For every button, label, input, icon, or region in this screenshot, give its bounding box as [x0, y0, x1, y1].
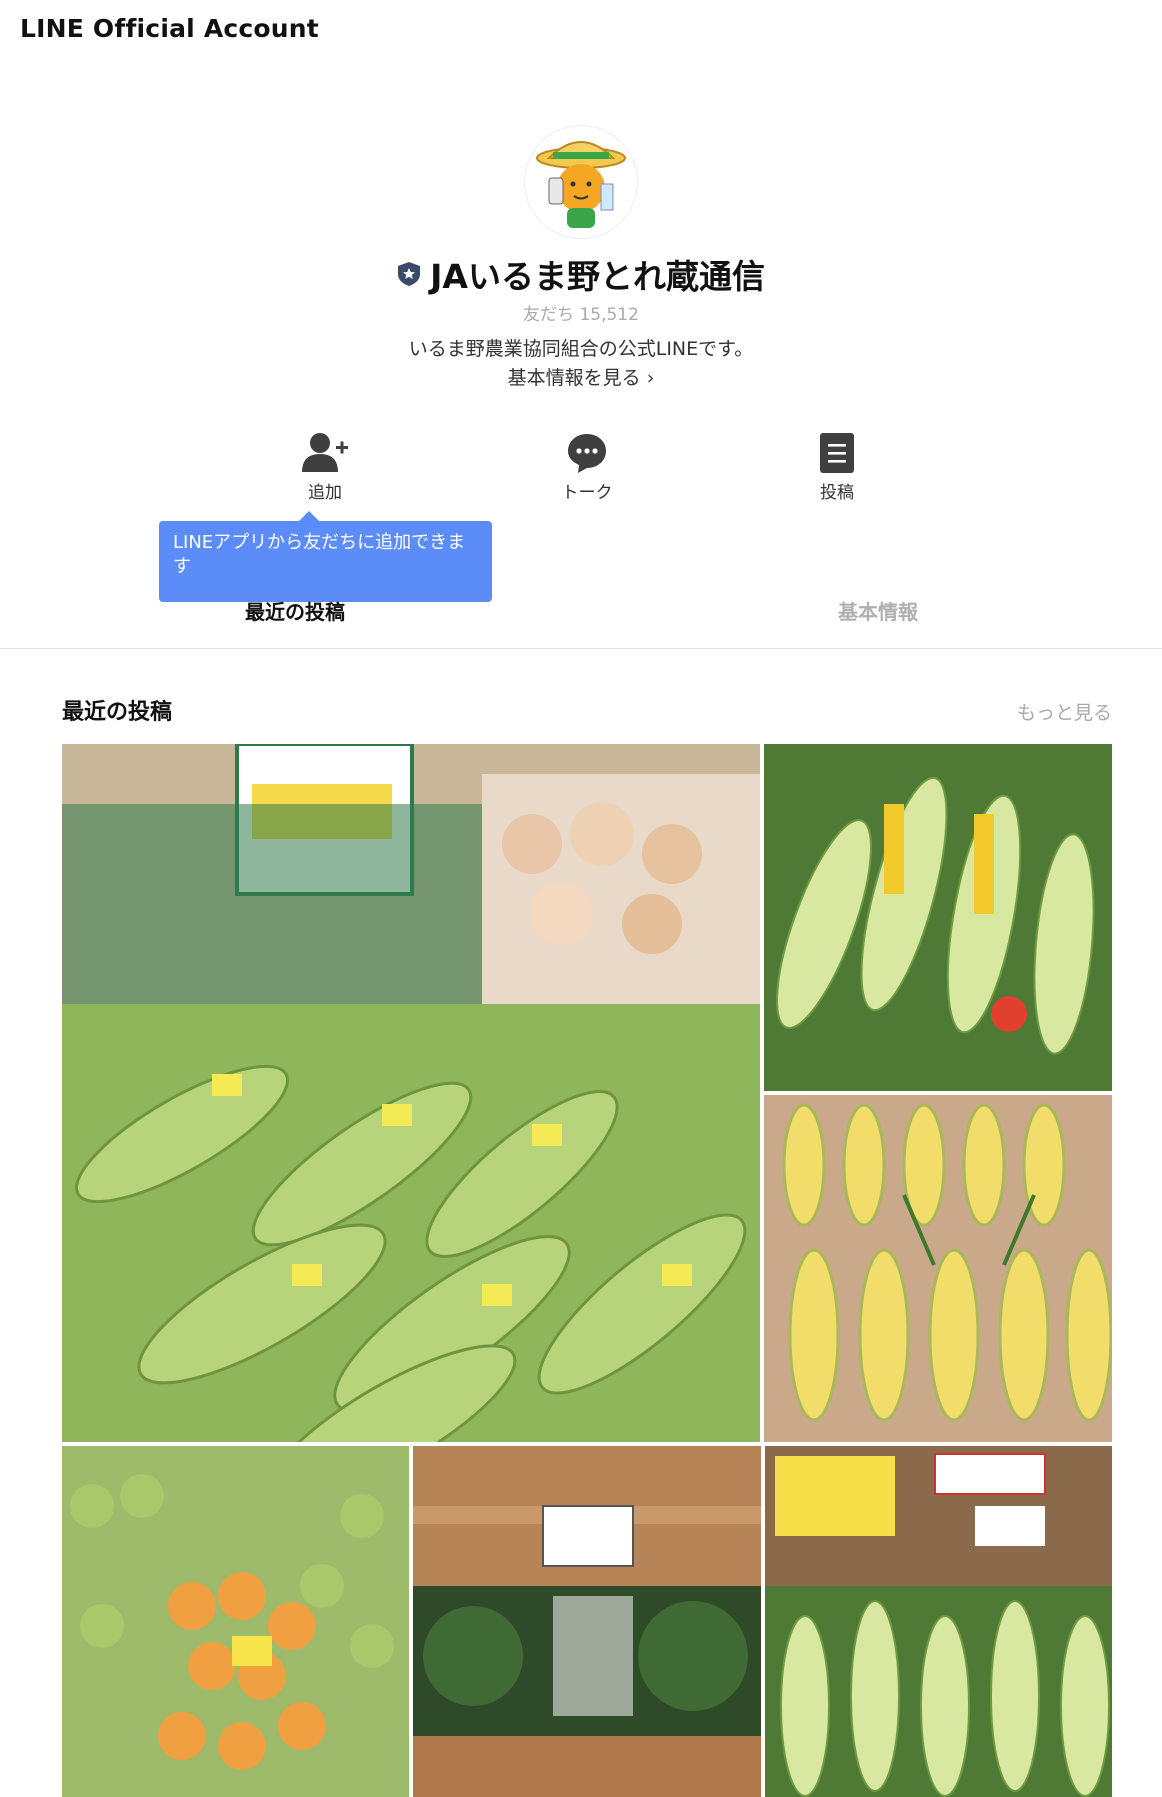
add-friend-button[interactable]: 追加 — [275, 432, 375, 503]
chat-bubble-icon — [568, 434, 606, 473]
post-thumbnail-corn-display[interactable] — [764, 1095, 1112, 1442]
account-name: JAいるま野とれ蔵通信 — [430, 257, 765, 296]
tab-recent-posts[interactable]: 最近の投稿 — [245, 596, 345, 625]
recent-posts-title: 最近の投稿 — [62, 700, 173, 725]
add-friend-icon — [302, 433, 348, 472]
verified-shield-icon — [398, 262, 421, 286]
post-thumbnail-corn-stand[interactable] — [62, 744, 760, 1442]
add-friend-tooltip: LINEアプリから友だちに追加できます — [159, 511, 492, 602]
see-more-link[interactable]: もっと見る — [1017, 698, 1112, 725]
app-title: LINE Official Account — [20, 14, 319, 43]
chat-button[interactable]: トーク — [537, 432, 637, 503]
post-photo-grid — [62, 744, 1112, 1797]
friends-count: 友だち 15,512 — [523, 305, 639, 325]
basic-info-link[interactable]: 基本情報を見る › — [0, 363, 1162, 390]
tab-basic-info[interactable]: 基本情報 — [838, 596, 918, 625]
account-name-row: JAいるま野とれ蔵通信 — [0, 250, 1162, 298]
chat-label: トーク — [561, 483, 613, 503]
post-thumbnail-corn-market[interactable] — [765, 1446, 1112, 1797]
account-description: いるま野農業協同組合の公式LINEです。 — [408, 338, 754, 360]
add-friend-label: 追加 — [308, 483, 342, 503]
post-thumbnail-ume-plums[interactable] — [62, 1446, 409, 1797]
tab-divider — [0, 648, 1162, 649]
posts-button[interactable]: 投稿 — [787, 432, 887, 503]
account-avatar — [525, 126, 637, 238]
post-thumbnail-mini-cucumbers[interactable] — [413, 1446, 761, 1797]
post-thumbnail-corn-bags[interactable] — [764, 744, 1112, 1091]
posts-label: 投稿 — [820, 483, 854, 503]
post-icon — [820, 433, 854, 473]
